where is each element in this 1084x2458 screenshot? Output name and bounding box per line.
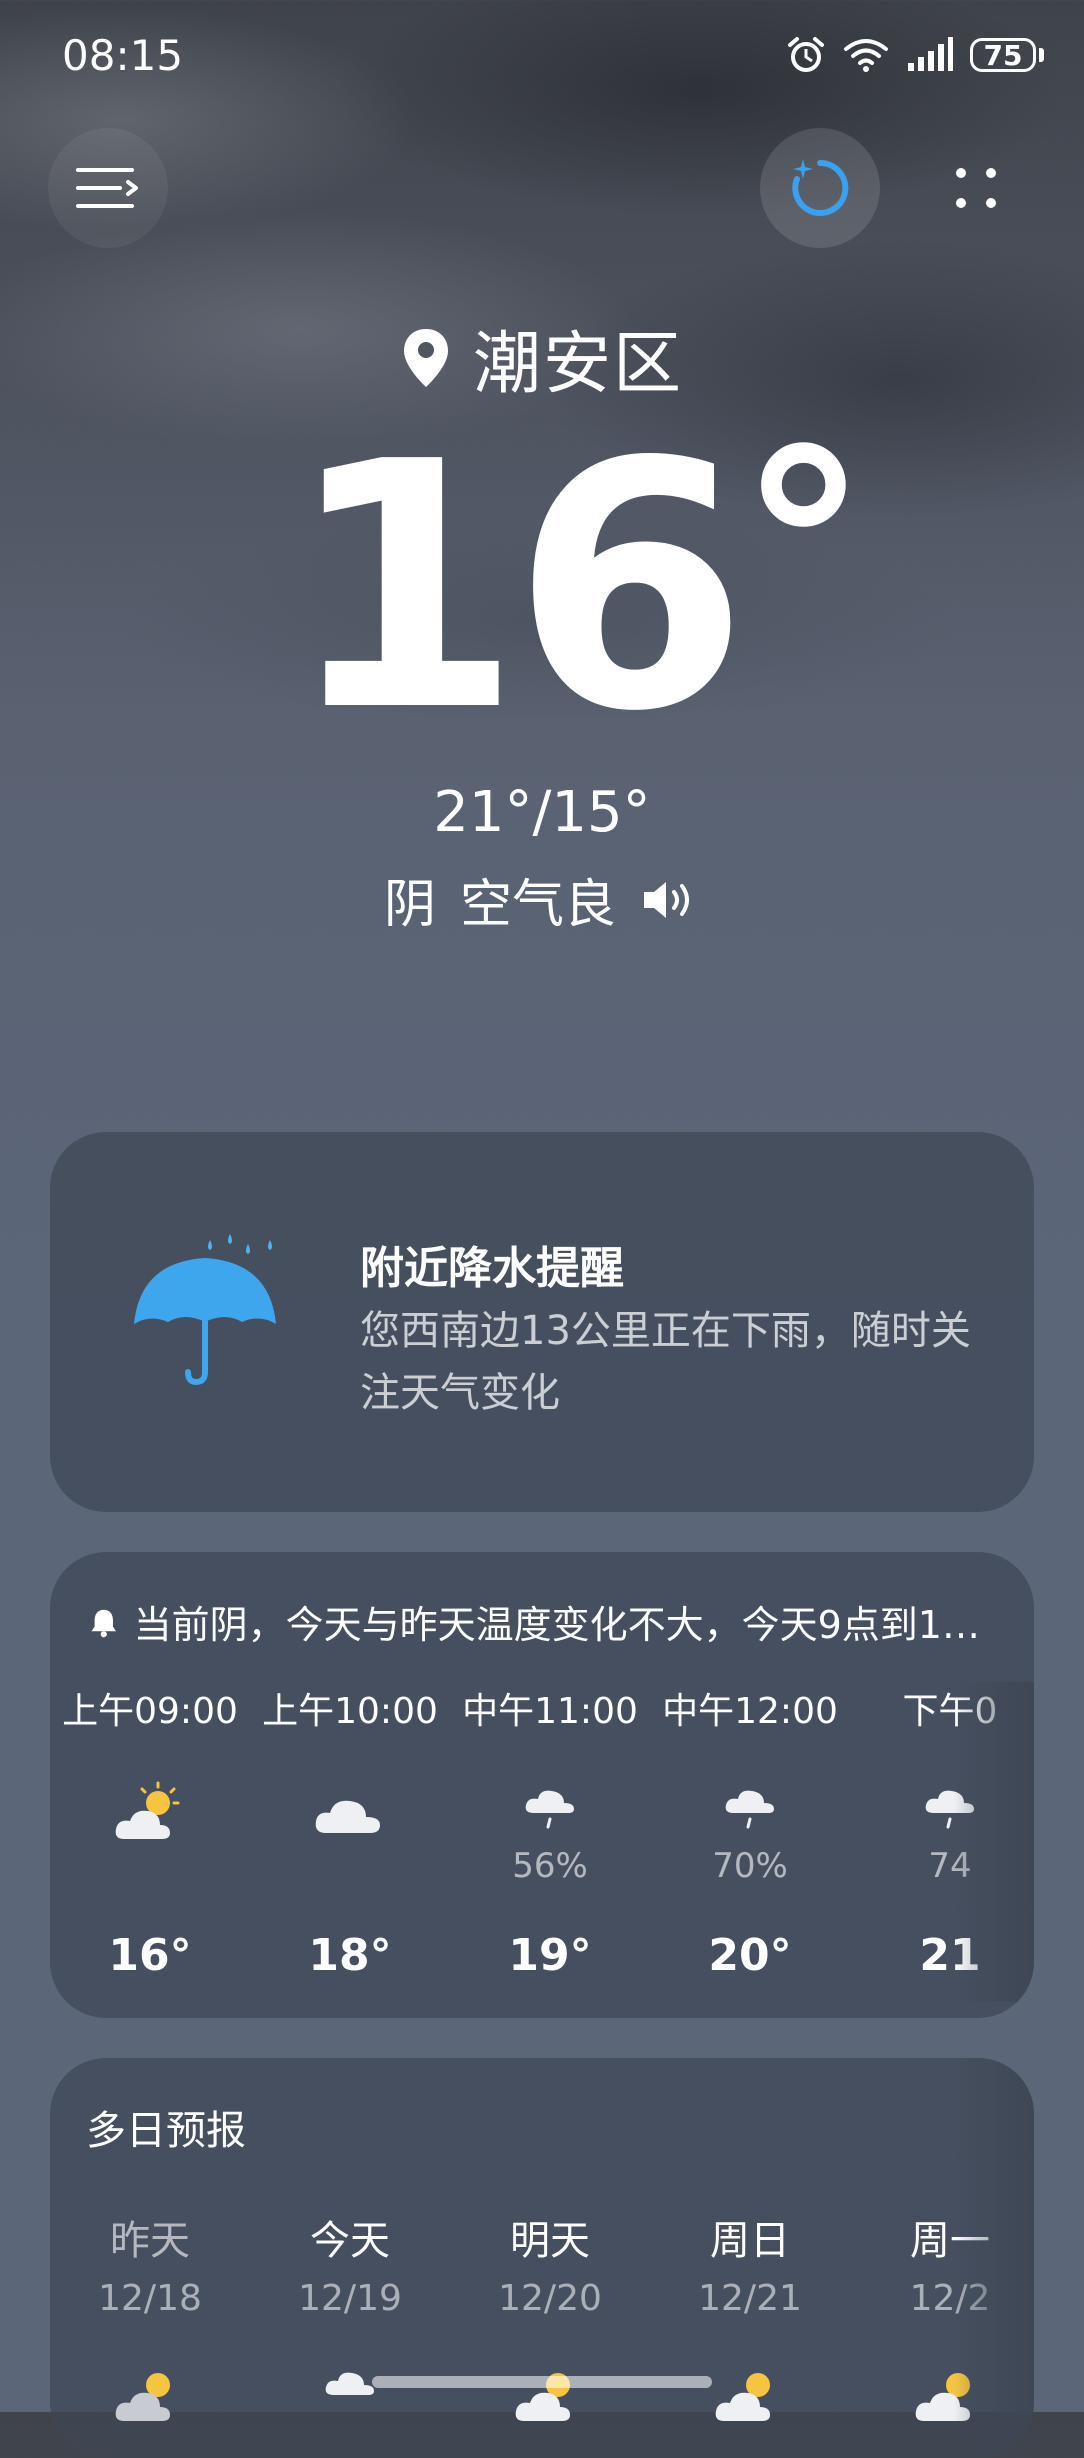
degree-symbol: °	[738, 397, 869, 699]
alert-body: 您西南边13公里正在下雨，随时关注天气变化	[360, 1308, 971, 1416]
hour-item[interactable]: 上午09:00 16°	[50, 1682, 250, 2002]
weather-condition: 阴	[383, 875, 436, 935]
condition-row: 阴 空气良	[0, 862, 1084, 937]
menu-icon	[76, 168, 138, 208]
signal-icon	[908, 37, 953, 71]
speaker-icon[interactable]	[640, 876, 700, 924]
hourly-list[interactable]: 上午09:00 16° 上午10:00 18° 中午11:00 56% 19° …	[50, 1682, 1034, 2002]
shower-icon	[725, 1790, 774, 1829]
scroll-fade	[954, 2058, 1034, 2458]
battery-icon: 75	[970, 38, 1044, 72]
precipitation-alert-card[interactable]: 附近降水提醒 您西南边13公里正在下雨，随时关注天气变化	[50, 1132, 1034, 1512]
partly-cloudy-icon	[115, 1781, 180, 1839]
air-quality[interactable]: 空气良	[460, 862, 616, 937]
hour-precip: 56%	[512, 1846, 588, 1886]
more-dots-icon	[956, 168, 996, 208]
alert-title: 附近降水提醒	[360, 1243, 624, 1294]
status-bar: 08:15 75	[62, 28, 1044, 82]
day-item[interactable]: 明天 12/20	[450, 2208, 650, 2433]
summary-text: 当前阴，今天与昨天温度变化不大，今天9点到10点多云，稍后阵雨	[133, 1603, 1004, 1647]
hour-item[interactable]: 中午12:00 70% 20°	[650, 1682, 850, 2002]
partly-cloudy-icon	[115, 2373, 170, 2421]
day-name: 周日	[710, 2218, 790, 2264]
temperature-range: 21°/15°	[433, 780, 651, 845]
umbrella-rain-icon	[134, 1234, 276, 1386]
day-date: 12/21	[698, 2278, 802, 2319]
hour-time: 中午11:00	[462, 1691, 638, 1732]
location-pin-icon	[403, 328, 448, 387]
day-date: 12/18	[98, 2278, 202, 2319]
home-indicator[interactable]	[372, 2376, 712, 2388]
day-item[interactable]: 今天 12/19	[250, 2208, 450, 2433]
alarm-icon	[788, 37, 824, 72]
hour-temp: 16°	[108, 1930, 192, 1981]
more-options-button[interactable]	[916, 128, 1036, 248]
temperature-value: 16	[285, 390, 748, 786]
hour-temp: 19°	[508, 1930, 592, 1981]
bell-icon	[91, 1609, 117, 1637]
hour-time: 中午12:00	[662, 1691, 838, 1732]
refresh-button[interactable]	[760, 128, 880, 248]
hour-temp: 18°	[308, 1930, 392, 1981]
menu-button[interactable]	[48, 128, 168, 248]
wifi-icon	[844, 39, 888, 72]
hour-precip: 70%	[712, 1846, 788, 1886]
day-item[interactable]: 昨天 12/18	[50, 2208, 250, 2433]
status-icons: 75	[786, 35, 1044, 75]
day-date: 12/19	[298, 2278, 402, 2319]
day-item[interactable]: 周日 12/21	[650, 2208, 850, 2433]
current-temperature: 16°	[0, 418, 1084, 758]
refresh-icon	[792, 159, 849, 216]
status-time: 08:15	[62, 30, 184, 80]
day-name: 明天	[510, 2218, 590, 2264]
day-name: 今天	[310, 2218, 390, 2264]
cloudy-icon	[315, 1800, 380, 1833]
day-name: 昨天	[110, 2218, 190, 2264]
weather-summary: 当前阴，今天与昨天温度变化不大，今天9点到10点多云，稍后阵雨	[90, 1594, 1004, 1649]
daily-forecast-card[interactable]: 多日预报 昨天 12/18 今天 12/19 明天 12/20 周日 12/21…	[50, 2058, 1034, 2458]
hour-temp: 20°	[708, 1930, 792, 1981]
daily-title: 多日预报	[86, 2108, 246, 2154]
battery-level: 75	[970, 38, 1036, 72]
hour-item[interactable]: 上午10:00 18°	[250, 1682, 450, 2002]
shower-icon	[525, 1790, 574, 1829]
shower-icon	[325, 2372, 374, 2395]
scroll-fade	[954, 1682, 1034, 2002]
partly-cloudy-icon	[715, 2373, 770, 2421]
hour-time: 上午10:00	[262, 1691, 438, 1732]
hour-time: 上午09:00	[62, 1691, 238, 1732]
day-date: 12/20	[498, 2278, 602, 2319]
hour-item[interactable]: 中午11:00 56% 19°	[450, 1682, 650, 2002]
partly-cloudy-icon	[515, 2373, 570, 2421]
hourly-forecast-card[interactable]: 当前阴，今天与昨天温度变化不大，今天9点到10点多云，稍后阵雨 上午09:00 …	[50, 1552, 1034, 2018]
